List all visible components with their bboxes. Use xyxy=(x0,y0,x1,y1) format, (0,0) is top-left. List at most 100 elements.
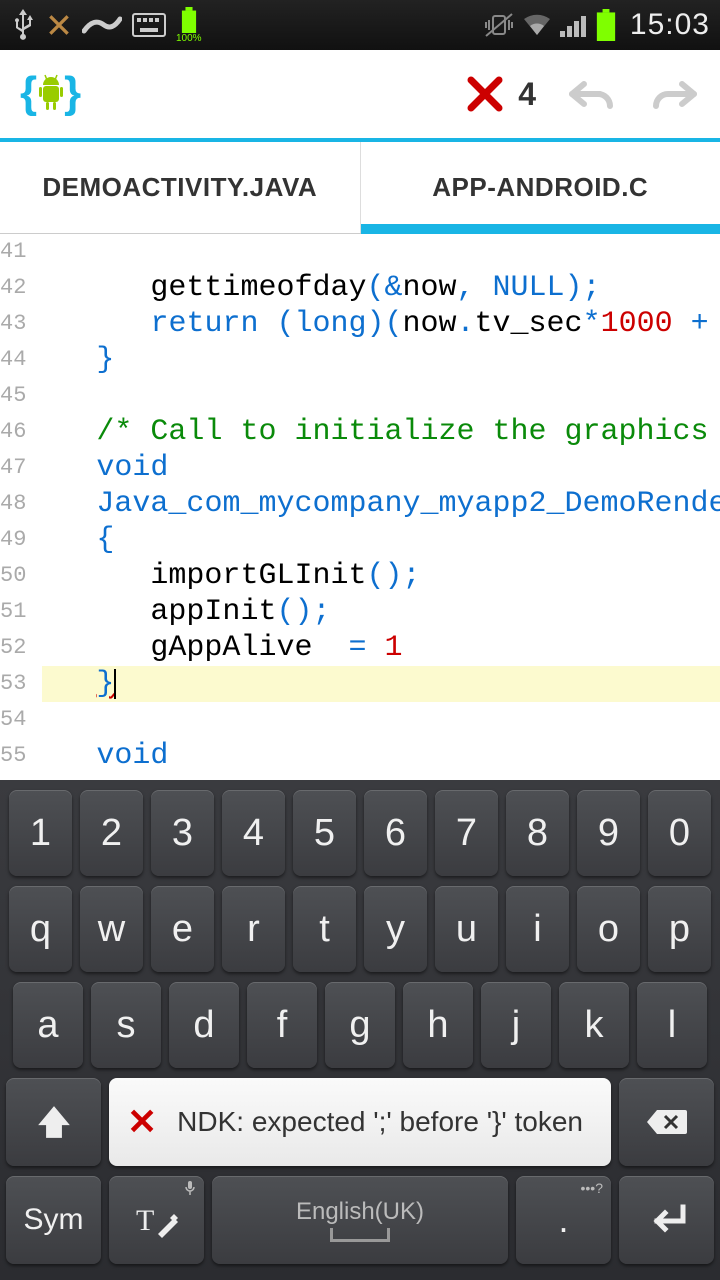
text-caret xyxy=(114,669,116,699)
status-bar: 100% 15:03 xyxy=(0,0,720,50)
code-line[interactable] xyxy=(42,378,720,414)
code-line[interactable]: /* Call to initialize the graphics sta xyxy=(42,414,720,450)
app-toolbar: { } 4 xyxy=(0,50,720,142)
line-number: 49 xyxy=(0,522,32,558)
symbols-key[interactable]: Sym xyxy=(6,1176,101,1264)
sync-icon xyxy=(82,11,122,39)
key-r[interactable]: r xyxy=(222,886,285,972)
key-u[interactable]: u xyxy=(435,886,498,972)
code-line[interactable]: gAppAlive = 1 xyxy=(42,630,720,666)
line-number: 50 xyxy=(0,558,32,594)
key-i[interactable]: i xyxy=(506,886,569,972)
line-number: 51 xyxy=(0,594,32,630)
key-t[interactable]: t xyxy=(293,886,356,972)
tab-label: DEMOACTIVITY.JAVA xyxy=(42,172,317,203)
key-5[interactable]: 5 xyxy=(293,790,356,876)
text-tool-key[interactable]: T xyxy=(109,1176,204,1264)
line-number-gutter: 414243444546474849505152535455 xyxy=(0,234,32,780)
line-number: 47 xyxy=(0,450,32,486)
key-8[interactable]: 8 xyxy=(506,790,569,876)
key-0[interactable]: 0 xyxy=(648,790,711,876)
usb-icon xyxy=(10,7,36,43)
code-line[interactable]: return (long)(now.tv_sec*1000 + no xyxy=(42,306,720,342)
line-number: 48 xyxy=(0,486,32,522)
code-line[interactable]: { xyxy=(42,522,720,558)
svg-text:{: { xyxy=(20,68,37,117)
line-number: 55 xyxy=(0,738,32,774)
key-4[interactable]: 4 xyxy=(222,790,285,876)
soft-keyboard: 1234567890 qwertyuiop asdfghjkl ✕ NDK: e… xyxy=(0,780,720,1280)
error-x-icon xyxy=(464,73,506,115)
key-f[interactable]: f xyxy=(247,982,317,1068)
key-w[interactable]: w xyxy=(80,886,143,972)
enter-key[interactable] xyxy=(619,1176,714,1264)
code-line[interactable]: gettimeofday(&now, NULL); xyxy=(42,270,720,306)
key-3[interactable]: 3 xyxy=(151,790,214,876)
period-key[interactable]: . •••? xyxy=(516,1176,611,1264)
line-number: 43 xyxy=(0,306,32,342)
key-g[interactable]: g xyxy=(325,982,395,1068)
battery-icon xyxy=(596,9,616,41)
code-line[interactable]: importGLInit(); xyxy=(42,558,720,594)
clock: 15:03 xyxy=(630,8,710,42)
vibrate-icon xyxy=(484,12,514,38)
code-line[interactable] xyxy=(42,702,720,738)
code-line[interactable] xyxy=(42,234,720,270)
key-l[interactable]: l xyxy=(637,982,707,1068)
key-7[interactable]: 7 xyxy=(435,790,498,876)
mic-hint-icon xyxy=(184,1180,196,1196)
key-d[interactable]: d xyxy=(169,982,239,1068)
key-q[interactable]: q xyxy=(9,886,72,972)
code-line[interactable]: void xyxy=(42,738,720,774)
key-6[interactable]: 6 xyxy=(364,790,427,876)
line-number: 44 xyxy=(0,342,32,378)
code-line[interactable]: Java_com_mycompany_myapp2_DemoRenderer xyxy=(42,486,720,522)
key-h[interactable]: h xyxy=(403,982,473,1068)
error-suggestion-bar[interactable]: ✕ NDK: expected ';' before '}' token xyxy=(109,1078,611,1166)
key-e[interactable]: e xyxy=(151,886,214,972)
key-s[interactable]: s xyxy=(91,982,161,1068)
key-o[interactable]: o xyxy=(577,886,640,972)
code-line[interactable]: void xyxy=(42,450,720,486)
line-number: 41 xyxy=(0,234,32,270)
close-icon: ✕ xyxy=(127,1101,157,1143)
signal-icon xyxy=(560,13,588,37)
space-key[interactable]: English(UK) xyxy=(212,1176,508,1264)
tab-label: APP-ANDROID.C xyxy=(432,172,648,203)
redo-button[interactable] xyxy=(648,74,700,114)
shift-key[interactable] xyxy=(6,1078,101,1166)
wifi-icon xyxy=(522,13,552,37)
line-number: 53 xyxy=(0,666,32,702)
key-a[interactable]: a xyxy=(13,982,83,1068)
space-bar-icon xyxy=(330,1228,390,1242)
key-2[interactable]: 2 xyxy=(80,790,143,876)
line-number: 46 xyxy=(0,414,32,450)
code-line[interactable]: appInit(); xyxy=(42,594,720,630)
backspace-key[interactable] xyxy=(619,1078,714,1166)
svg-text:T: T xyxy=(136,1204,154,1237)
file-tabs: DEMOACTIVITY.JAVA APP-ANDROID.C xyxy=(0,142,720,234)
tab-app-android[interactable]: APP-ANDROID.C xyxy=(361,142,720,233)
undo-button[interactable] xyxy=(566,74,618,114)
code-line[interactable]: } xyxy=(42,342,720,378)
key-j[interactable]: j xyxy=(481,982,551,1068)
key-label: . xyxy=(558,1199,568,1241)
code-line[interactable]: } xyxy=(42,666,720,702)
code-editor[interactable]: 414243444546474849505152535455 gettimeof… xyxy=(0,234,720,780)
line-number: 45 xyxy=(0,378,32,414)
key-1[interactable]: 1 xyxy=(9,790,72,876)
error-count: 4 xyxy=(518,76,536,113)
key-k[interactable]: k xyxy=(559,982,629,1068)
tab-demoactivity[interactable]: DEMOACTIVITY.JAVA xyxy=(0,142,361,233)
key-y[interactable]: y xyxy=(364,886,427,972)
battery-left-icon: 100% xyxy=(176,7,202,44)
keyboard-notif-icon xyxy=(132,13,166,37)
code-content[interactable]: gettimeofday(&now, NULL); return (long)(… xyxy=(32,234,720,780)
key-9[interactable]: 9 xyxy=(577,790,640,876)
key-p[interactable]: p xyxy=(648,886,711,972)
error-count-button[interactable]: 4 xyxy=(464,73,536,115)
app-logo-icon: { } xyxy=(20,67,82,121)
line-number: 54 xyxy=(0,702,32,738)
line-number: 52 xyxy=(0,630,32,666)
error-message: NDK: expected ';' before '}' token xyxy=(177,1106,583,1138)
